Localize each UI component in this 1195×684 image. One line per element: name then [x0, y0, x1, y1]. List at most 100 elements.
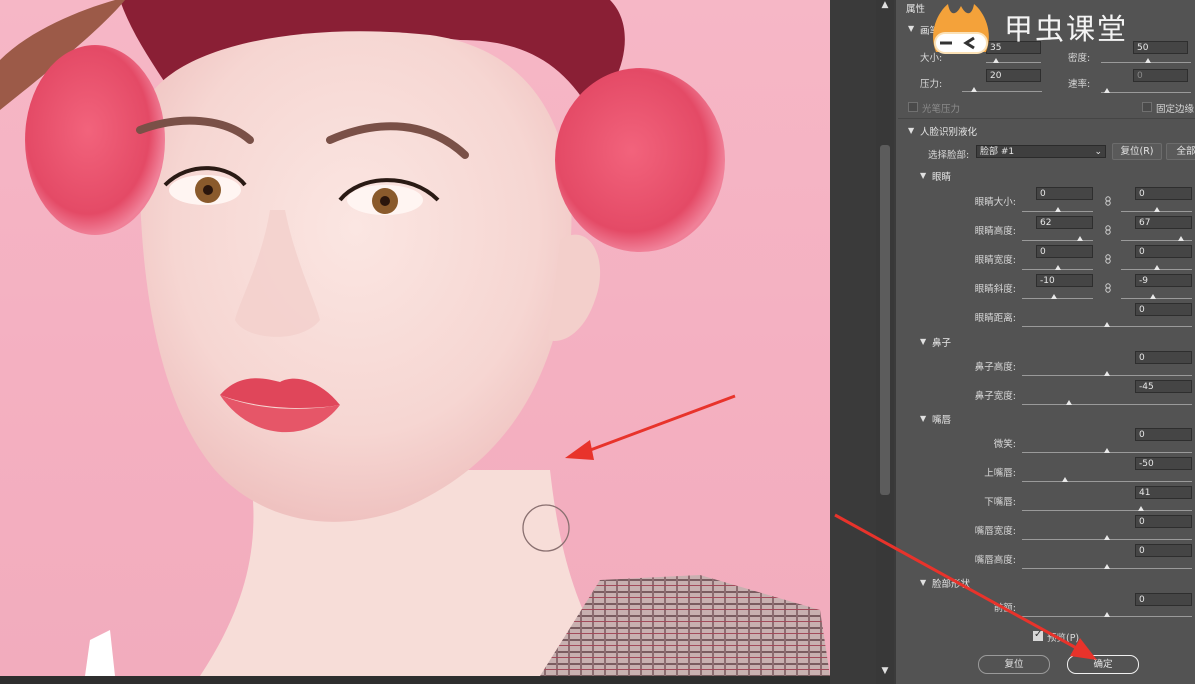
portrait-photo	[0, 0, 830, 676]
eye-height-label: 眼睛高度:	[974, 226, 1016, 237]
scroll-down-arrow-icon[interactable]: ▼	[879, 666, 891, 676]
select-face-dropdown[interactable]: 脸部 #1 ⌄	[976, 145, 1106, 158]
upper-lip-thumb[interactable]	[1062, 477, 1068, 482]
watermark-text: 甲虫课堂	[1004, 12, 1129, 46]
forehead-label: 前额:	[993, 603, 1016, 614]
face-all-button[interactable]: 全部	[1166, 143, 1195, 160]
eye-tilt-right-slider[interactable]	[1121, 298, 1192, 299]
eye-height-left-input[interactable]: 62	[1036, 216, 1093, 229]
checkmark-icon: ✓	[1034, 629, 1043, 640]
collapse-face-aware-icon[interactable]: ▼	[908, 126, 914, 135]
watermark-logo: 甲虫课堂	[926, 0, 1151, 62]
link-icon[interactable]	[1104, 254, 1112, 264]
canvas-gutter	[830, 0, 876, 684]
reset-button[interactable]: 复位	[978, 655, 1050, 674]
vertical-scrollbar[interactable]: ▲ ▼	[876, 0, 894, 684]
smile-label: 微笑:	[993, 439, 1016, 450]
mouth-width-input[interactable]: 0	[1135, 515, 1192, 528]
eye-height-right-thumb[interactable]	[1178, 236, 1184, 241]
face-shape-header: 脸部形状	[932, 579, 971, 590]
horizontal-scrollbar[interactable]	[0, 676, 830, 684]
face-reset-button[interactable]: 复位(R)	[1112, 143, 1162, 160]
link-icon[interactable]	[1104, 196, 1112, 206]
mouth-height-input[interactable]: 0	[1135, 544, 1192, 557]
eye-width-left-thumb[interactable]	[1055, 265, 1061, 270]
upper-lip-input[interactable]: -50	[1135, 457, 1192, 470]
eye-width-label: 眼睛宽度:	[974, 255, 1016, 266]
eye-size-left-input[interactable]: 0	[1036, 187, 1093, 200]
link-icon[interactable]	[1104, 283, 1112, 293]
brush-rate-input[interactable]: 0	[1133, 69, 1188, 82]
eye-size-label: 眼睛大小:	[974, 197, 1016, 208]
nose-height-input[interactable]: 0	[1135, 351, 1192, 364]
brush-rate-slider[interactable]	[1101, 92, 1191, 93]
mouth-width-label: 嘴唇宽度:	[974, 526, 1016, 537]
nose-width-input[interactable]: -45	[1135, 380, 1192, 393]
mouth-width-thumb[interactable]	[1104, 535, 1110, 540]
lower-lip-slider[interactable]	[1022, 510, 1192, 511]
mouth-header: 嘴唇	[932, 415, 952, 426]
brush-rate-label: 速率:	[1068, 79, 1091, 90]
chevron-down-icon: ⌄	[1094, 147, 1102, 157]
eye-width-right-thumb[interactable]	[1154, 265, 1160, 270]
nose-width-thumb[interactable]	[1066, 400, 1072, 405]
nose-header: 鼻子	[932, 338, 952, 349]
eye-tilt-label: 眼睛斜度:	[974, 284, 1016, 295]
nose-height-thumb[interactable]	[1104, 371, 1110, 376]
panel-title: 属性	[906, 4, 926, 15]
collapse-eyes-icon[interactable]: ▼	[920, 171, 926, 180]
collapse-brush-icon[interactable]: ▼	[908, 24, 914, 33]
collapse-nose-icon[interactable]: ▼	[920, 337, 926, 346]
eye-tilt-right-thumb[interactable]	[1150, 294, 1156, 299]
forehead-thumb[interactable]	[1104, 612, 1110, 617]
mouth-height-label: 嘴唇高度:	[974, 555, 1016, 566]
upper-lip-slider[interactable]	[1022, 481, 1192, 482]
eye-size-right-input[interactable]: 0	[1135, 187, 1192, 200]
brush-pressure-input[interactable]: 20	[986, 69, 1041, 82]
eye-size-left-thumb[interactable]	[1055, 207, 1061, 212]
select-face-value: 脸部 #1	[980, 147, 1015, 157]
pin-edges-label: 固定边缘	[1156, 104, 1195, 115]
preview-checkbox[interactable]: ✓	[1033, 629, 1043, 641]
link-icon[interactable]	[1104, 225, 1112, 235]
eye-height-right-input[interactable]: 67	[1135, 216, 1192, 229]
eye-distance-label: 眼睛距离:	[974, 313, 1016, 324]
preview-label: 预览(P)	[1047, 633, 1080, 644]
eye-tilt-left-thumb[interactable]	[1051, 294, 1057, 299]
forehead-input[interactable]: 0	[1135, 593, 1192, 606]
stylus-pressure-checkbox[interactable]	[908, 102, 918, 112]
mouth-height-thumb[interactable]	[1104, 564, 1110, 569]
beetle-logo-icon	[933, 4, 989, 54]
eye-width-right-input[interactable]: 0	[1135, 245, 1192, 258]
stylus-pressure-label: 光笔压力	[922, 104, 961, 115]
brush-pressure-label: 压力:	[920, 79, 943, 90]
lower-lip-input[interactable]: 41	[1135, 486, 1192, 499]
eye-height-left-thumb[interactable]	[1077, 236, 1083, 241]
scrollbar-thumb[interactable]	[880, 145, 890, 495]
collapse-mouth-icon[interactable]: ▼	[920, 414, 926, 423]
image-canvas[interactable]	[0, 0, 830, 676]
select-face-label: 选择脸部:	[928, 150, 970, 161]
eye-tilt-right-input[interactable]: -9	[1135, 274, 1192, 287]
eye-distance-thumb[interactable]	[1104, 322, 1110, 327]
pin-edges-checkbox[interactable]	[1142, 102, 1152, 112]
upper-lip-label: 上嘴唇:	[984, 468, 1016, 479]
brush-rate-thumb[interactable]	[1104, 88, 1110, 93]
eye-width-left-input[interactable]: 0	[1036, 245, 1093, 258]
collapse-face-shape-icon[interactable]: ▼	[920, 578, 926, 587]
section-divider	[898, 118, 1195, 119]
properties-panel: 属性 ▼ 画笔 大小: 35 密度: 50 压力: 20 速率: 0 光笔压力 …	[896, 0, 1195, 684]
lower-lip-thumb[interactable]	[1138, 506, 1144, 511]
eye-size-right-thumb[interactable]	[1154, 207, 1160, 212]
smile-input[interactable]: 0	[1135, 428, 1192, 441]
eye-tilt-left-input[interactable]: -10	[1036, 274, 1093, 287]
nose-width-slider[interactable]	[1022, 404, 1192, 405]
lower-lip-label: 下嘴唇:	[984, 497, 1016, 508]
nose-height-label: 鼻子高度:	[974, 362, 1016, 373]
smile-thumb[interactable]	[1104, 448, 1110, 453]
brush-pressure-thumb[interactable]	[971, 87, 977, 92]
eye-tilt-left-slider[interactable]	[1022, 298, 1093, 299]
scroll-up-arrow-icon[interactable]: ▲	[879, 0, 891, 10]
eye-distance-input[interactable]: 0	[1135, 303, 1192, 316]
ok-button[interactable]: 确定	[1067, 655, 1139, 674]
